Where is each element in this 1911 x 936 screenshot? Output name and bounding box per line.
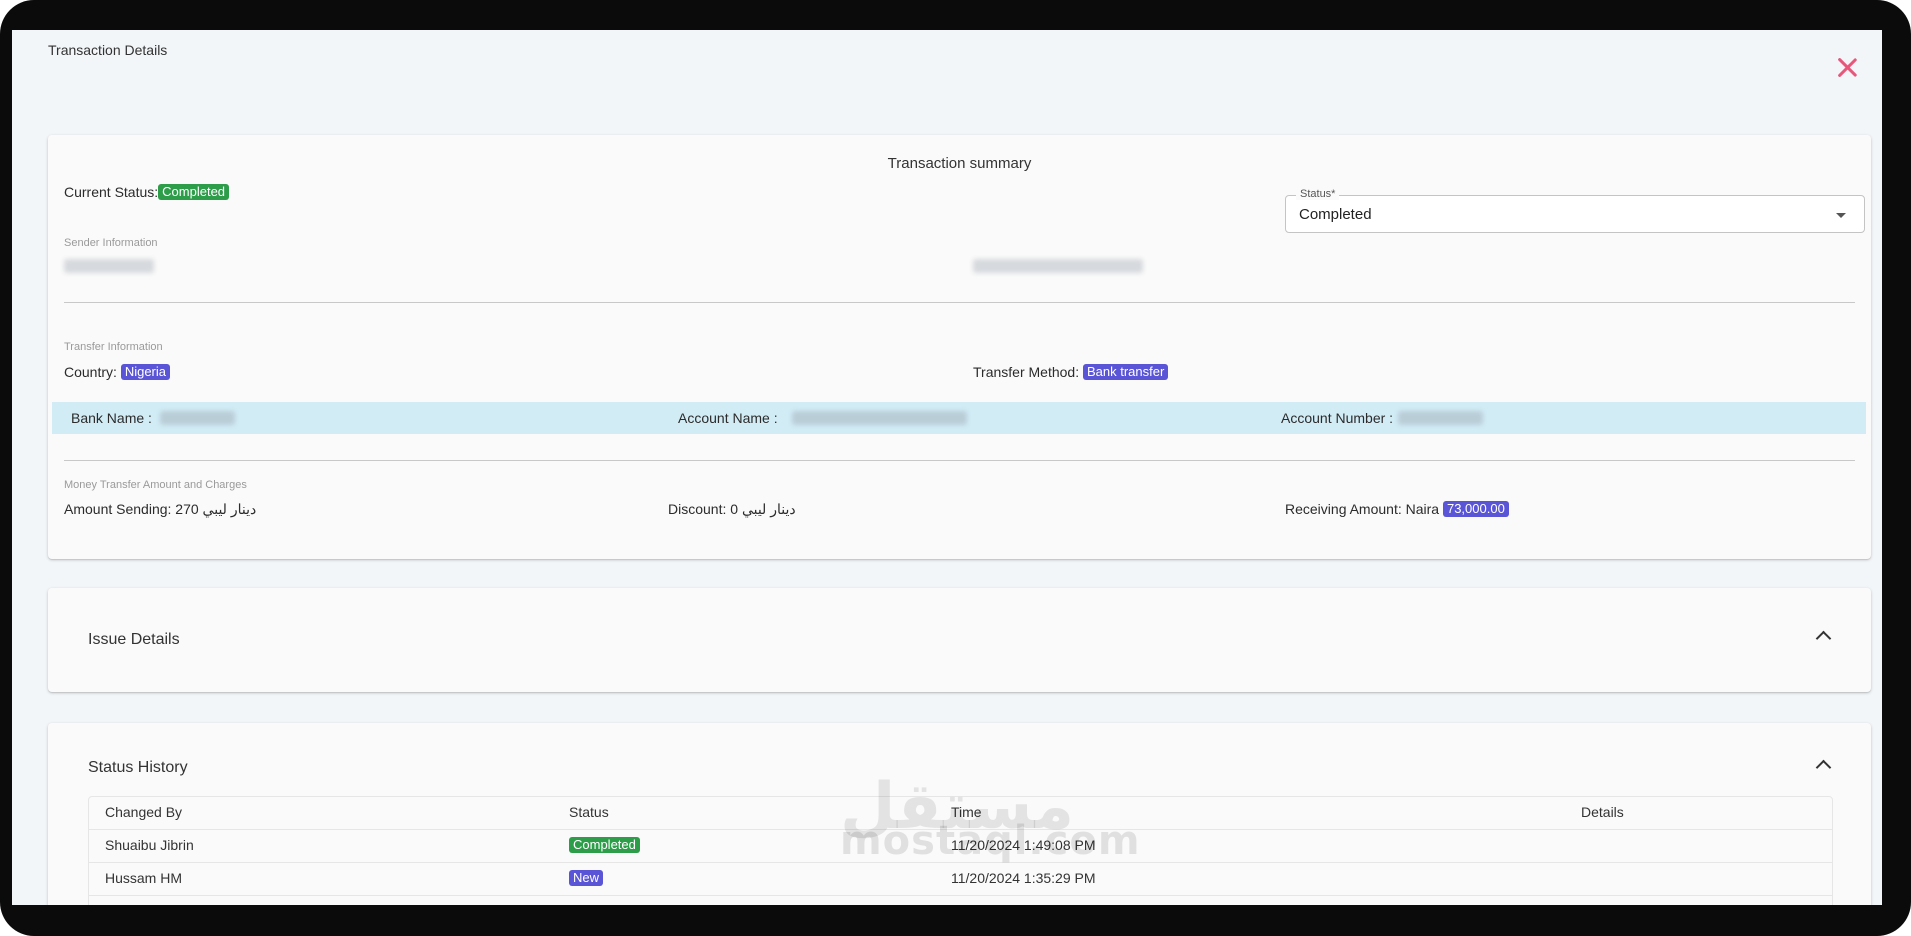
transfer-info-label: Transfer Information xyxy=(64,341,163,353)
country-label: Country: xyxy=(64,364,117,380)
column-header-details: Details xyxy=(1581,804,1624,820)
account-name-redacted xyxy=(792,411,967,425)
bank-name-redacted xyxy=(160,411,235,425)
divider xyxy=(64,460,1855,461)
status-select[interactable]: Status* Completed xyxy=(1285,188,1865,233)
issue-details-panel[interactable]: Issue Details xyxy=(48,588,1871,692)
changed-by-cell: Shuaibu Jibrin xyxy=(105,837,194,853)
status-badge: Completed xyxy=(569,837,640,853)
changed-by-cell: Hussam HM xyxy=(105,870,183,886)
discount: Discount: 0 دينار ليبي xyxy=(668,501,796,517)
account-name-label: Account Name : xyxy=(678,410,778,426)
transaction-summary-card: Transaction summary Current Status: Compl… xyxy=(48,135,1871,559)
divider xyxy=(64,302,1855,303)
receiving-amount: Receiving Amount: Naira 73,000.00 xyxy=(1285,501,1509,517)
row-divider xyxy=(89,895,1832,896)
amounts-label: Money Transfer Amount and Charges xyxy=(64,479,247,491)
status-select-value: Completed xyxy=(1299,206,1372,223)
transfer-method: Transfer Method: Bank transfer xyxy=(973,364,1169,380)
time-cell: 11/20/2024 1:35:29 PM xyxy=(951,870,1096,886)
status-select-label: Status* xyxy=(1296,188,1340,200)
transfer-method-label: Transfer Method: xyxy=(973,364,1080,380)
current-status-label: Current Status: xyxy=(64,184,159,200)
device-frame: Transaction Details Transaction summary … xyxy=(0,0,1911,936)
country-badge: Nigeria xyxy=(120,364,170,380)
amount-sending: Amount Sending: 270 دينار ليبي xyxy=(64,501,257,517)
summary-title: Transaction summary xyxy=(887,155,1032,172)
column-header-changed-by: Changed By xyxy=(105,804,183,820)
status-badge: New xyxy=(569,870,604,886)
dropdown-arrow-icon xyxy=(1836,213,1846,218)
watermark-text: mostaql.com xyxy=(840,818,1141,864)
column-header-status: Status xyxy=(569,804,609,820)
receiving-amount-badge: 73,000.00 xyxy=(1442,501,1509,517)
chevron-up-icon[interactable] xyxy=(1815,630,1832,647)
sender-info-label: Sender Information xyxy=(64,237,158,249)
transfer-method-badge: Bank transfer xyxy=(1082,364,1169,380)
close-icon[interactable] xyxy=(1834,54,1860,80)
sender-name-redacted xyxy=(64,259,154,273)
bank-name-label: Bank Name : xyxy=(71,410,152,426)
dialog-title: Transaction Details xyxy=(48,42,168,58)
status-cell: New xyxy=(569,870,604,886)
current-status: Current Status: Completed xyxy=(64,184,230,200)
status-cell: Completed xyxy=(569,837,640,853)
issue-details-title: Issue Details xyxy=(88,631,180,648)
chevron-up-icon[interactable] xyxy=(1815,759,1832,776)
sender-phone-redacted xyxy=(973,259,1143,273)
account-number-label: Account Number : xyxy=(1281,410,1394,426)
country: Country: Nigeria xyxy=(64,364,170,380)
status-history-title[interactable]: Status History xyxy=(88,759,188,777)
account-number-redacted xyxy=(1398,411,1483,425)
bank-details-row: Bank Name : Account Name : Account Numbe… xyxy=(52,402,1866,434)
current-status-badge: Completed xyxy=(158,184,230,200)
receiving-amount-label: Receiving Amount: Naira xyxy=(1285,501,1440,517)
